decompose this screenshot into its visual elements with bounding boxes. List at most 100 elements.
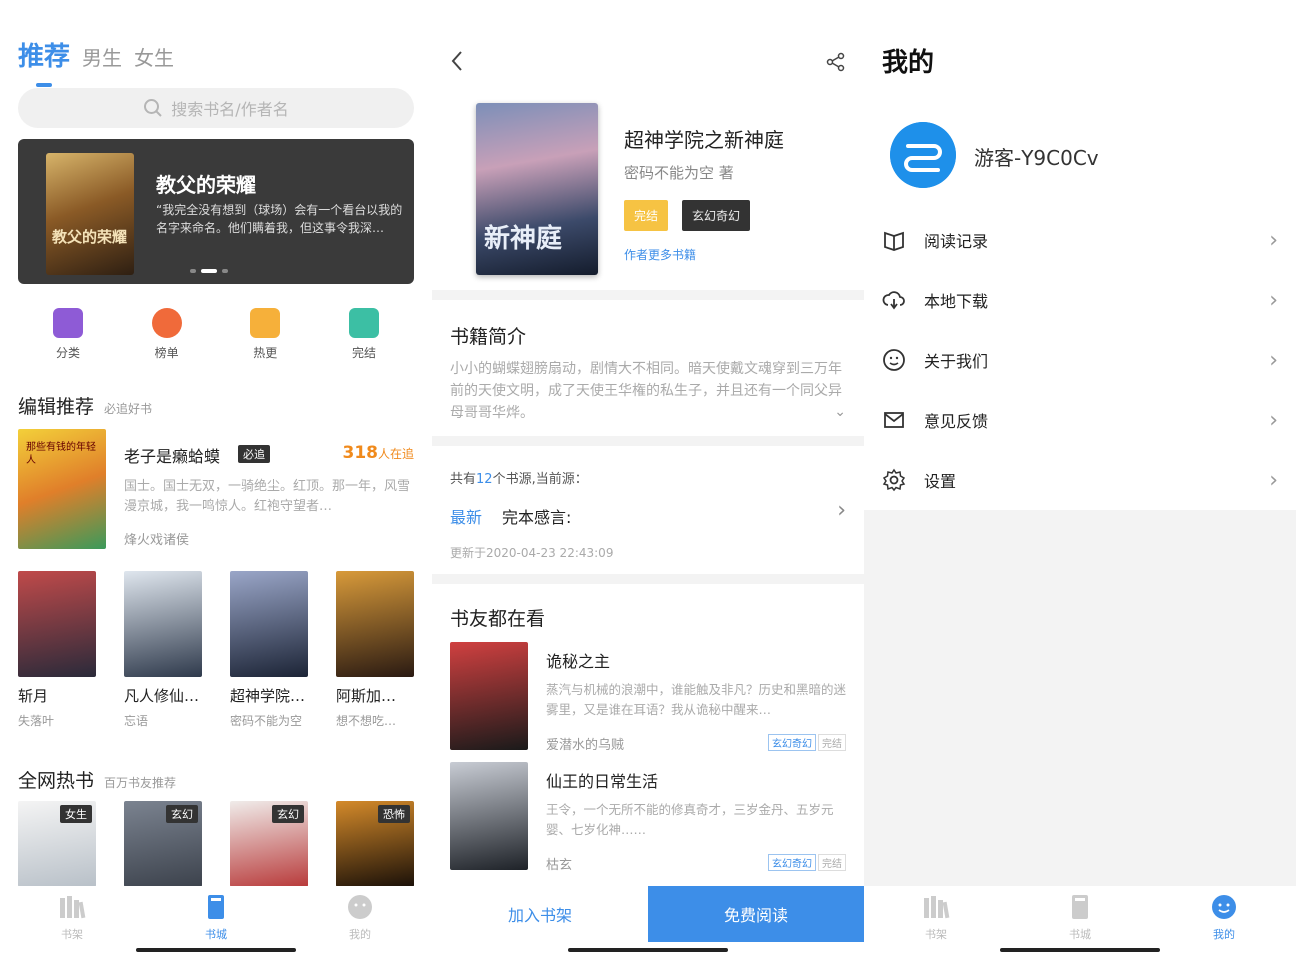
menu-reading-history[interactable]: 阅读记录 ›: [882, 210, 1278, 270]
shortcut-category[interactable]: 分类: [48, 308, 88, 361]
mail-icon: [884, 412, 904, 428]
book-title: 老子是癞蛤蟆: [124, 447, 221, 466]
tab-mine[interactable]: 我的: [330, 894, 390, 942]
smile-icon: [883, 349, 905, 371]
book-author: 想不想吃…: [336, 714, 397, 728]
shortcut-label: 分类: [55, 346, 80, 360]
status-badge: 完结: [818, 734, 846, 751]
hot-book[interactable]: 玄幻: [230, 801, 308, 887]
tab-store[interactable]: 书城: [1050, 894, 1110, 942]
book-cover: [18, 571, 96, 677]
share-icon[interactable]: [826, 52, 846, 72]
chevron-right-icon: ›: [1269, 467, 1278, 493]
home-indicator: [136, 948, 296, 952]
book-desc: 国士。国士无双，一骑绝尘。红顶。那一年，风雪漫京城，我一鸣惊人。红袍守望者…: [124, 479, 411, 514]
editor-section-header: 编辑推荐 必追好书: [18, 392, 152, 419]
tab-label: 书架: [61, 928, 83, 941]
grid-book[interactable]: 阿斯加… 想不想吃…: [336, 571, 414, 729]
chevron-right-icon: ›: [1269, 407, 1278, 433]
book-title: 超神学院之新神庭: [624, 128, 784, 152]
menu-about-us[interactable]: 关于我们 ›: [882, 330, 1278, 390]
readers-also-reading: 书友都在看 诡秘之主 蒸汽与机械的浪潮中，谁能触及非凡？历史和黑暗的迷雾里，又是…: [432, 584, 864, 894]
readers-number: 318: [342, 443, 378, 463]
menu-local-download[interactable]: 本地下载 ›: [882, 270, 1278, 330]
tab-recommend[interactable]: 推荐: [18, 36, 70, 87]
avatar[interactable]: [890, 122, 956, 188]
search-placeholder: 搜索书名/作者名: [171, 100, 289, 119]
updated-time: 更新于2020-04-23 22:43:09: [450, 546, 614, 560]
grid-book[interactable]: 斩月 失落叶: [18, 571, 96, 729]
add-to-shelf-button[interactable]: 加入书架: [432, 886, 648, 942]
page-title: 我的: [882, 48, 935, 78]
free-read-button[interactable]: 免费阅读: [648, 886, 864, 942]
menu-feedback[interactable]: 意见反馈 ›: [882, 390, 1278, 450]
expand-icon[interactable]: ⌄: [834, 404, 846, 420]
tab-label: 书架: [925, 928, 947, 941]
category-icon: [53, 308, 83, 338]
bookshelf-icon: [60, 896, 86, 919]
section-subtitle: 必追好书: [104, 402, 153, 416]
carousel-dot: [190, 269, 196, 273]
banner-carousel[interactable]: 教父的荣耀 教父的荣耀 “我完全没有想到（球场）会有一个看台以我的名字来命名。他…: [18, 139, 414, 284]
tab-female[interactable]: 女生: [134, 42, 174, 73]
shortcut-ranking[interactable]: 榜单: [147, 308, 187, 361]
tab-label: 我的: [349, 928, 371, 941]
hot-book[interactable]: 恐怖: [336, 801, 414, 887]
readers-count: 318人在追: [342, 443, 414, 463]
shortcut-hot-update[interactable]: 热更: [245, 308, 285, 361]
source-panel[interactable]: 共有12个书源,当前源： 最新 完本感言: › 更新于2020-04-23 22…: [432, 446, 864, 574]
grid-book[interactable]: 超神学院… 密码不能为空: [230, 571, 308, 729]
hot-book[interactable]: 玄幻: [124, 801, 202, 887]
home-indicator: [568, 948, 728, 952]
genre-badge: 恐怖: [378, 805, 410, 823]
genre-badge: 玄幻: [166, 805, 198, 823]
search-icon: [144, 99, 163, 117]
home-indicator: [1000, 948, 1160, 952]
chevron-right-icon[interactable]: ›: [837, 498, 846, 523]
book-title: 仙王的日常生活: [546, 772, 659, 791]
bookshelf-icon: [924, 896, 950, 919]
section-title: 书友都在看: [450, 608, 546, 630]
shortcut-label: 完结: [351, 346, 376, 360]
cover-text: 新神庭: [484, 224, 563, 254]
menu-label: 关于我们: [924, 352, 989, 371]
book-title: 凡人修仙…: [124, 687, 200, 705]
menu-settings[interactable]: 设置 ›: [882, 450, 1278, 510]
store-top-tabs: 推荐 男生 女生: [18, 36, 174, 87]
hot-book[interactable]: 女生: [18, 801, 96, 887]
chevron-right-icon: ›: [1269, 347, 1278, 373]
tab-shelf[interactable]: 书架: [906, 894, 966, 942]
list-item[interactable]: 诡秘之主 蒸汽与机械的浪潮中，谁能触及非凡？历史和黑暗的迷雾里，又是谁在耳语？我…: [450, 642, 846, 753]
shortcut-completed[interactable]: 完结: [344, 308, 384, 361]
book-author: 密码不能为空 著: [624, 164, 734, 182]
author-more-books-link[interactable]: 作者更多书籍: [624, 246, 696, 263]
banner-book-cover: 教父的荣耀: [46, 153, 134, 275]
tab-label: 书城: [205, 928, 227, 941]
banner-title: 教父的荣耀: [156, 173, 256, 197]
section-subtitle: 百万书友推荐: [104, 776, 177, 790]
book-cover: [450, 642, 528, 750]
search-bar[interactable]: 搜索书名/作者名: [18, 88, 414, 128]
chevron-left-icon: [451, 51, 462, 71]
book-icon: [884, 231, 904, 251]
tab-label: 书城: [1069, 928, 1091, 941]
store-screen: 推荐 男生 女生 搜索书名/作者名 教父的荣耀 教父的荣耀 “我完全没有想到（球…: [0, 0, 432, 960]
chevron-right-icon: ›: [1269, 227, 1278, 253]
genre-badge: 玄幻奇幻: [768, 734, 816, 751]
book-intro[interactable]: 书籍简介 小小的蝴蝶翅膀扇动，剧情大不相同。暗天使戴文魂穿到三万年前的天使文明，…: [432, 300, 864, 436]
featured-book[interactable]: 那些有钱的年轻人 老子是癞蛤蟆 必追 318人在追 国士。国士无双，一骑绝尘。红…: [18, 429, 414, 551]
ranking-icon: [151, 308, 182, 338]
profile-screen: 我的 游客-Y9C0Cv 阅读记录 › 本地下载 › 关于我们 › 意见反馈 ›…: [864, 0, 1296, 960]
back-button[interactable]: [450, 50, 464, 78]
list-item[interactable]: 仙王的日常生活 王令，一个无所不能的修真奇才，三岁金丹、五岁元婴、七岁化神…… …: [450, 762, 846, 873]
latest-label: 最新: [450, 508, 483, 527]
grid-book[interactable]: 凡人修仙… 忘语: [124, 571, 202, 729]
source-count: 12: [476, 472, 493, 487]
shortcut-label: 榜单: [154, 346, 179, 360]
tab-mine[interactable]: 我的: [1194, 894, 1254, 942]
tab-store[interactable]: 书城: [186, 894, 246, 942]
book-desc: 王令，一个无所不能的修真奇才，三岁金丹、五岁元婴、七岁化神……: [546, 802, 834, 837]
cover-text: 那些有钱的年轻人: [26, 442, 96, 466]
tab-male[interactable]: 男生: [82, 42, 122, 73]
tab-shelf[interactable]: 书架: [42, 894, 102, 942]
